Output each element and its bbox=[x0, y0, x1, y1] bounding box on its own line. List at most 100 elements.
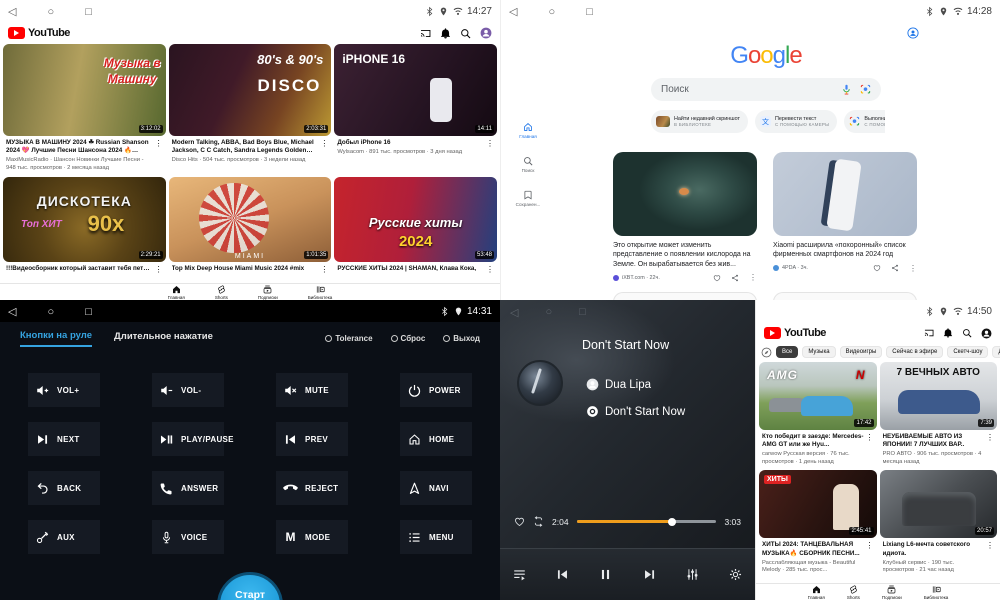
chip-all[interactable]: Все bbox=[776, 346, 798, 358]
search-bar[interactable]: Поиск bbox=[651, 78, 881, 101]
wheel-key-next[interactable]: NEXT bbox=[28, 422, 100, 456]
article-title[interactable]: Xiaomi расширила «похоронный» список фир… bbox=[773, 241, 917, 260]
youtube-wordmark[interactable]: YouTube bbox=[28, 27, 70, 39]
cast-icon[interactable] bbox=[420, 28, 431, 39]
article-card[interactable]: Это открытие может изменить представлени… bbox=[613, 152, 757, 282]
video-card[interactable]: 20:57 Lixiang L6-мечта советского идиота… bbox=[880, 470, 998, 574]
next-track-icon[interactable] bbox=[643, 568, 656, 581]
exit-button[interactable]: Выход bbox=[443, 334, 480, 343]
player-progress-knob[interactable] bbox=[668, 518, 676, 526]
favorite-icon[interactable] bbox=[514, 516, 525, 527]
nav-subscriptions[interactable]: Подписки bbox=[258, 285, 278, 300]
tolerance-button[interactable]: Tolerance bbox=[325, 334, 372, 343]
more-options-icon[interactable]: ⋮ bbox=[749, 273, 757, 282]
rail-home[interactable]: Главная bbox=[507, 122, 549, 139]
progress-bar[interactable] bbox=[577, 520, 717, 523]
profile-avatar[interactable] bbox=[480, 27, 492, 39]
video-card[interactable]: Музыка вМашину 3:12:02 МУЗЫКА В МАШИНУ 2… bbox=[3, 44, 166, 172]
account-avatar[interactable] bbox=[907, 27, 919, 39]
video-title[interactable]: Lixiang L6-мечта советского идиота. bbox=[883, 541, 985, 557]
video-title[interactable]: ХИТЫ 2024: ТАНЦЕВАЛЬНАЯ МУЗЫКА🔥 СБОРНИК … bbox=[762, 541, 864, 557]
video-title[interactable]: МУЗЫКА В МАШИНУ 2024 ☘ Russian Shanson 2… bbox=[6, 139, 153, 155]
chip-find-screenshot[interactable]: Найти недавний скриншотВ БИБЛИОТЕКЕ bbox=[651, 110, 748, 133]
more-options-icon[interactable]: ⋮ bbox=[318, 265, 330, 274]
chip-lens-action[interactable]: ВыполниС ПОМОЩ bbox=[844, 110, 885, 133]
share-icon[interactable] bbox=[731, 274, 739, 282]
article-title[interactable]: Это открытие может изменить представлени… bbox=[613, 241, 757, 269]
nav-home[interactable]: Главная bbox=[808, 585, 825, 600]
more-options-icon[interactable]: ⋮ bbox=[318, 139, 330, 165]
pause-icon[interactable] bbox=[599, 568, 612, 581]
google-lens-icon[interactable] bbox=[860, 84, 871, 95]
more-options-icon[interactable]: ⋮ bbox=[484, 265, 496, 274]
nav-subscriptions[interactable]: Подписки bbox=[882, 585, 902, 600]
artist-name[interactable]: Dua Lipa bbox=[605, 379, 651, 391]
search-icon[interactable] bbox=[460, 28, 471, 39]
video-card[interactable]: iPHONE 16 14:11 Добыл iPhone 16 Wylsacom… bbox=[334, 44, 497, 172]
rail-saved[interactable]: Сохранен... bbox=[507, 190, 549, 207]
chip-sketch[interactable]: Скетч-шоу bbox=[947, 346, 988, 358]
video-title[interactable]: НЕУБИВАЕМЫЕ АВТО ИЗ ЯПОНИИ! 7 ЛУЧШИХ ВАР… bbox=[883, 433, 985, 449]
more-options-icon[interactable]: ⋮ bbox=[909, 264, 917, 273]
album-art[interactable] bbox=[517, 360, 563, 406]
like-icon[interactable] bbox=[873, 264, 881, 272]
notifications-icon[interactable] bbox=[943, 328, 953, 338]
video-card[interactable]: 80's & 90's DISCO 2:03:31 Modern Talking… bbox=[169, 44, 332, 172]
wheel-key-reject[interactable]: REJECT bbox=[276, 471, 348, 505]
video-card[interactable]: MIAMI 1:01:35 Top Mix Deep House Miami M… bbox=[169, 177, 332, 274]
share-icon[interactable] bbox=[891, 264, 899, 272]
wheel-key-voice[interactable]: VOICE bbox=[152, 520, 224, 554]
wheel-key-back[interactable]: BACK bbox=[28, 471, 100, 505]
more-options-icon[interactable]: ⋮ bbox=[864, 433, 876, 466]
nav-home[interactable]: Главная bbox=[168, 285, 185, 300]
wheel-key-answer[interactable]: ANSWER bbox=[152, 471, 224, 505]
wheel-key-vol-minus[interactable]: VOL- bbox=[152, 373, 224, 407]
more-options-icon[interactable]: ⋮ bbox=[484, 139, 496, 157]
wheel-key-home[interactable]: HOME bbox=[400, 422, 472, 456]
notifications-icon[interactable] bbox=[440, 28, 451, 39]
video-card[interactable]: ДИСКОТЕКА 90х Топ ХИТ 2:29:21 !!!Видеосб… bbox=[3, 177, 166, 274]
video-title[interactable]: Top Mix Deep House Miami Music 2024 #mix bbox=[172, 265, 319, 273]
tab-long-press[interactable]: Длительное нажатие bbox=[114, 331, 213, 346]
wheel-key-play-pause[interactable]: PLAY/PAUSE bbox=[152, 422, 224, 456]
wheel-key-mode[interactable]: MMODE bbox=[276, 520, 348, 554]
chip-translate[interactable]: 文 Перевести текстС ПОМОЩЬЮ КАМЕРЫ bbox=[755, 110, 837, 133]
wheel-key-mute[interactable]: MUTE bbox=[276, 373, 348, 407]
wheel-key-vol-plus[interactable]: VOL+ bbox=[28, 373, 100, 407]
like-icon[interactable] bbox=[713, 274, 721, 282]
video-card[interactable]: AMG N 17:42 Кто победит в заезде: Merced… bbox=[759, 362, 877, 466]
voice-search-icon[interactable] bbox=[841, 84, 852, 95]
chip-music[interactable]: Музыка bbox=[802, 346, 835, 358]
wheel-key-menu[interactable]: MENU bbox=[400, 520, 472, 554]
article-image[interactable] bbox=[613, 152, 757, 236]
video-title[interactable]: !!!Видеосборник который заставит тебя пе… bbox=[6, 265, 153, 273]
nav-shorts[interactable]: Shorts bbox=[847, 585, 860, 600]
youtube-wordmark[interactable]: YouTube bbox=[784, 327, 826, 339]
album-name[interactable]: Don't Start Now bbox=[605, 406, 685, 418]
more-options-icon[interactable]: ⋮ bbox=[153, 139, 165, 172]
nav-library[interactable]: Библиотека bbox=[308, 285, 332, 300]
previous-track-icon[interactable] bbox=[556, 568, 569, 581]
android-nav-keys[interactable]: ◁ ○ □ bbox=[509, 5, 607, 18]
youtube-logo-icon[interactable] bbox=[8, 27, 25, 39]
start-button[interactable]: Старт bbox=[217, 572, 283, 600]
video-title[interactable]: РУССКИЕ ХИТЫ 2024 | SHAMAN, Клава Кока, bbox=[337, 265, 484, 273]
video-title[interactable]: Добыл iPhone 16 bbox=[337, 139, 484, 147]
video-title[interactable]: Modern Talking, ABBA, Bad Boys Blue, Mic… bbox=[172, 139, 319, 155]
queue-icon[interactable] bbox=[513, 568, 526, 581]
video-card[interactable]: ХИТЫ 2:45:41 ХИТЫ 2024: ТАНЦЕВАЛЬНАЯ МУЗ… bbox=[759, 470, 877, 574]
more-options-icon[interactable]: ⋮ bbox=[864, 541, 876, 574]
video-card[interactable]: Русские хиты 2024 53:48 РУССКИЕ ХИТЫ 202… bbox=[334, 177, 497, 274]
chip-home-repair[interactable]: Дом и ремонт bbox=[992, 346, 1000, 358]
chip-gaming[interactable]: Видеоигры bbox=[840, 346, 883, 358]
video-title[interactable]: Кто победит в заезде: Mercedes-AMG GT ил… bbox=[762, 433, 864, 449]
wheel-key-navi[interactable]: NAVI bbox=[400, 471, 472, 505]
article-card[interactable]: Xiaomi расширила «похоронный» список фир… bbox=[773, 152, 917, 282]
profile-avatar[interactable] bbox=[981, 328, 992, 339]
article-image[interactable] bbox=[773, 152, 917, 236]
more-options-icon[interactable]: ⋮ bbox=[984, 541, 996, 574]
wheel-key-prev[interactable]: PREV bbox=[276, 422, 348, 456]
nav-shorts[interactable]: Shorts bbox=[215, 285, 228, 300]
video-card[interactable]: 7 ВЕЧНЫХ АВТО 7:39 НЕУБИВАЕМЫЕ АВТО ИЗ Я… bbox=[880, 362, 998, 466]
android-nav-keys[interactable]: ◁ ○ □ bbox=[8, 305, 106, 318]
